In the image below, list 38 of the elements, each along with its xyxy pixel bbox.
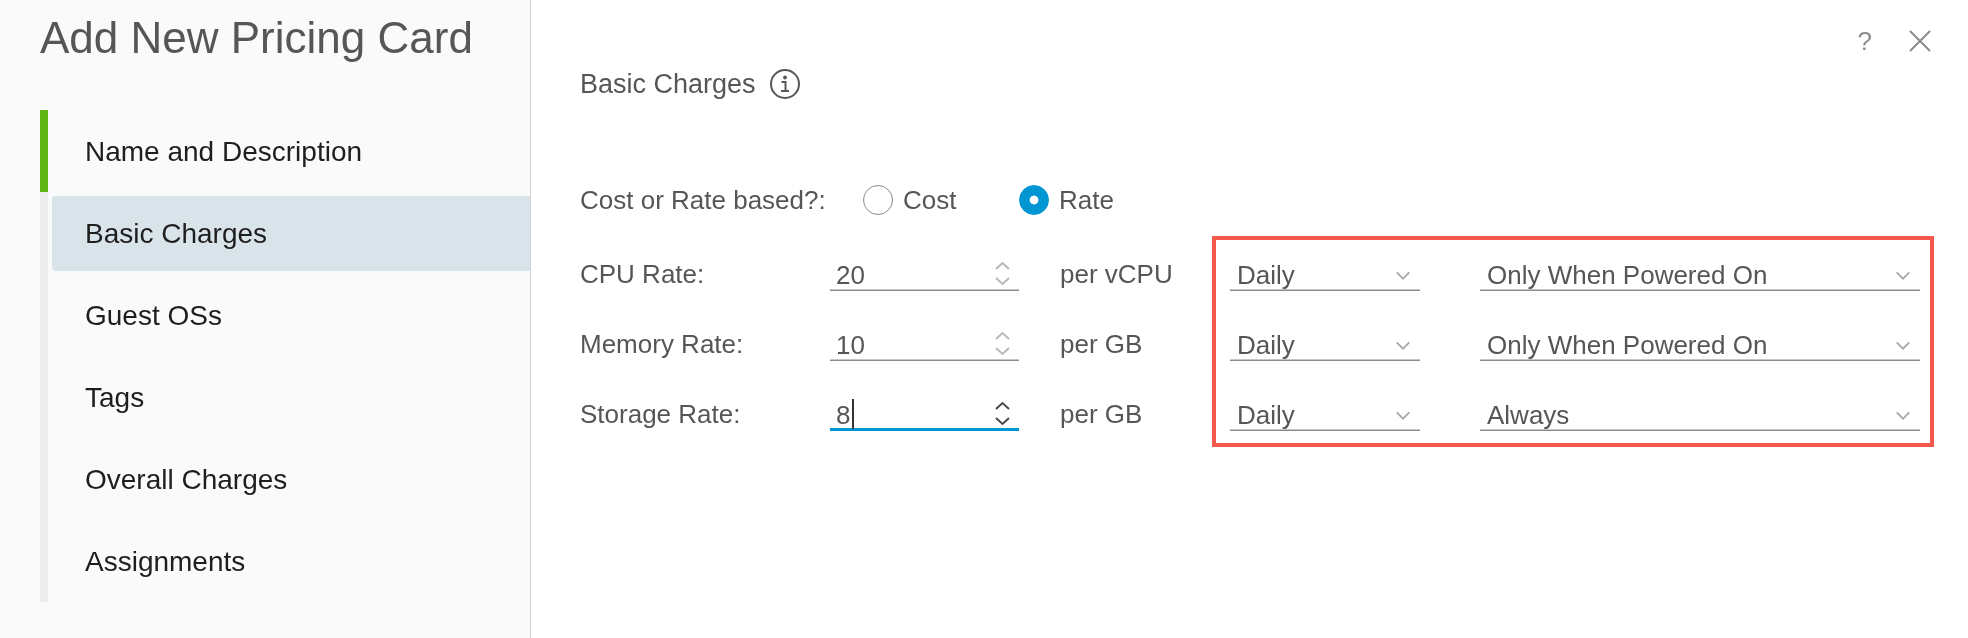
step-item[interactable]: Basic Charges bbox=[52, 196, 530, 271]
chevron-down-icon bbox=[1895, 411, 1911, 420]
condition-dropdown[interactable]: Only When Powered On bbox=[1480, 321, 1920, 361]
chevron-down-icon bbox=[1395, 271, 1411, 280]
field-label: CPU Rate: bbox=[580, 258, 706, 291]
radio-button[interactable] bbox=[863, 185, 893, 215]
condition-dropdown[interactable]: Always bbox=[1480, 391, 1920, 431]
period-dropdown[interactable]: Daily bbox=[1230, 391, 1420, 431]
radio-button[interactable] bbox=[1019, 185, 1049, 215]
spinner-icon[interactable] bbox=[994, 400, 1011, 427]
step-item[interactable]: Overall Charges bbox=[52, 442, 530, 517]
period-dropdown[interactable]: Daily bbox=[1230, 251, 1420, 291]
radio-label[interactable]: Rate bbox=[1059, 180, 1114, 220]
info-icon[interactable] bbox=[769, 69, 800, 99]
unit-label: per GB bbox=[1059, 328, 1144, 361]
chevron-down-icon bbox=[1395, 341, 1411, 350]
chevron-down-icon bbox=[1895, 271, 1911, 280]
step-item[interactable]: Guest OSs bbox=[52, 278, 530, 353]
unit-label: per vCPU bbox=[1059, 258, 1174, 291]
field-label: Cost or Rate based?: bbox=[580, 184, 827, 217]
number-field[interactable]: 10 bbox=[830, 321, 1019, 361]
step-item[interactable]: Tags bbox=[52, 360, 530, 435]
number-field[interactable]: 20 bbox=[830, 251, 1019, 291]
condition-dropdown[interactable]: Only When Powered On bbox=[1480, 251, 1920, 291]
field-label: Storage Rate: bbox=[580, 398, 742, 431]
step-item[interactable]: Assignments bbox=[52, 524, 530, 599]
step-item[interactable]: Name and Description bbox=[52, 114, 530, 189]
chevron-down-icon bbox=[1895, 341, 1911, 350]
close-icon bbox=[1909, 30, 1931, 52]
text-cursor bbox=[852, 399, 854, 429]
dialog-title: Add New Pricing Card bbox=[40, 16, 474, 60]
period-dropdown[interactable]: Daily bbox=[1230, 321, 1420, 361]
field-label: Memory Rate: bbox=[580, 328, 745, 361]
unit-label: per GB bbox=[1059, 398, 1144, 431]
section-title: Basic Charges bbox=[580, 68, 756, 101]
chevron-down-icon bbox=[1395, 411, 1411, 420]
radio-label[interactable]: Cost bbox=[903, 180, 957, 220]
number-field[interactable]: 8 bbox=[830, 391, 1019, 431]
